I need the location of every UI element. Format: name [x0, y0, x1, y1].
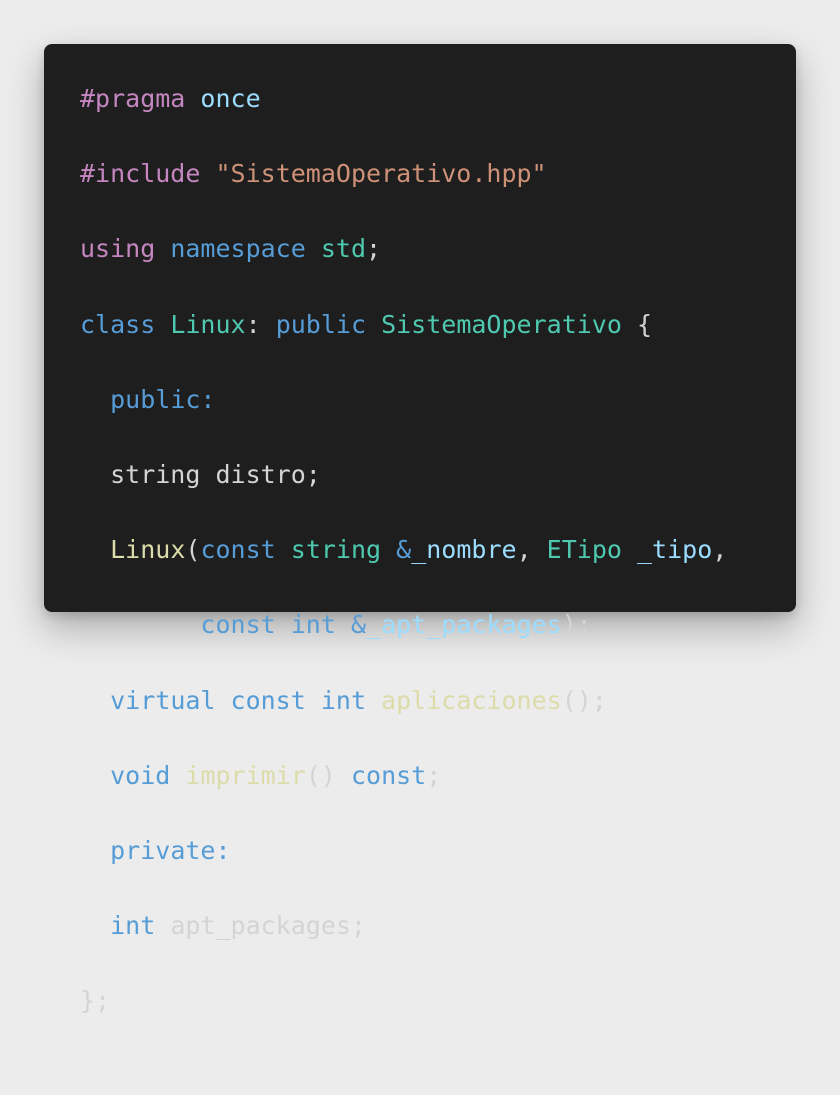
code-token: }; [80, 986, 111, 1016]
code-token: aplicaciones [381, 685, 562, 715]
code-token: Linux [110, 535, 186, 565]
code-token: int [290, 610, 336, 640]
code-token: const [200, 610, 276, 640]
code-token: _apt_packages [366, 610, 562, 640]
code-token: int [320, 685, 367, 715]
code-line: #include "SistemaOperativo.hpp" [80, 155, 727, 193]
code-token: string distro; [80, 459, 321, 489]
code-window: #pragma once #include "SistemaOperativo.… [44, 44, 796, 1015]
code-line: }; [80, 982, 727, 1020]
code-line: #pragma once [80, 80, 727, 118]
code-token: virtual [110, 685, 216, 715]
code-token: once [200, 84, 261, 113]
code-token: ; [426, 760, 442, 790]
code-token: #include [80, 159, 201, 189]
code-token: ( [185, 535, 201, 565]
code-token: "SistemaOperativo.hpp" [215, 159, 547, 189]
code-token: : [245, 309, 276, 339]
code-token: #pragma [80, 84, 186, 113]
code-token: apt_packages; [155, 911, 366, 941]
code-token: ; [366, 234, 382, 264]
code-token: std [320, 234, 367, 264]
code-token: const [350, 760, 427, 790]
code-token: ETipo [546, 535, 622, 565]
code-token: { [621, 309, 653, 339]
code-token: _nombre [411, 535, 517, 565]
code-line: Linux(const string &_nombre, ETipo _tipo… [80, 531, 727, 569]
code-token: , [712, 535, 728, 565]
code-block: #pragma once #include "SistemaOperativo.… [80, 80, 727, 1095]
code-token: const [200, 535, 276, 565]
code-token: imprimir [185, 760, 306, 790]
code-line: public: [80, 381, 727, 419]
code-token: namespace [170, 234, 306, 264]
code-token: using [80, 234, 156, 264]
code-token: ); [561, 610, 592, 640]
code-token: & [350, 610, 367, 640]
code-line: const int &_apt_packages); [80, 606, 727, 644]
code-token: Linux [170, 309, 246, 339]
code-token: int [110, 911, 156, 941]
code-token: _tipo [637, 535, 713, 565]
code-line: int apt_packages; [80, 907, 727, 945]
code-token: (); [561, 685, 607, 715]
code-line: using namespace std; [80, 230, 727, 268]
code-token: public: [110, 384, 216, 414]
code-token: public [275, 309, 367, 339]
code-token: SistemaOperativo [381, 309, 622, 339]
code-token: class [80, 309, 156, 339]
code-line: string distro; [80, 456, 727, 494]
code-line: virtual const int aplicaciones(); [80, 682, 727, 720]
code-token: & [396, 535, 412, 565]
code-line: private: [80, 832, 727, 870]
code-token: const [230, 685, 306, 715]
code-line: class Linux: public SistemaOperativo { [80, 306, 727, 344]
code-line: void imprimir() const; [80, 757, 727, 795]
code-token: string [290, 535, 382, 565]
code-token: void [110, 760, 171, 790]
code-token: , [516, 535, 547, 565]
code-token: private: [110, 835, 231, 865]
code-token: () [305, 760, 351, 790]
